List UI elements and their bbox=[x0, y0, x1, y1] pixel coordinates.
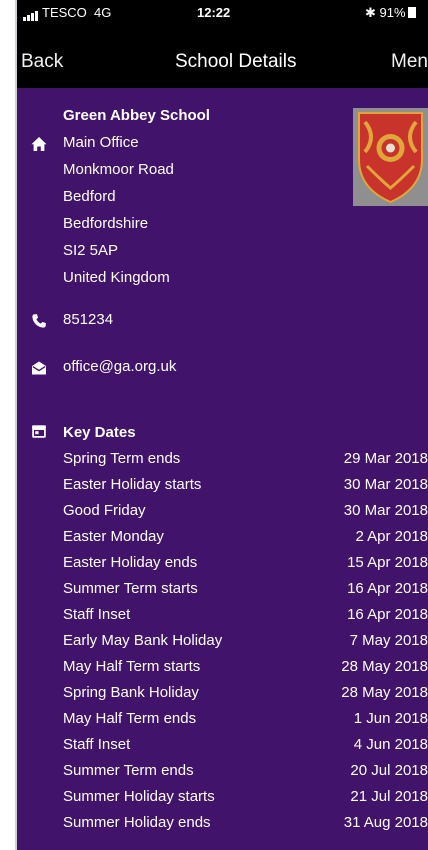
key-date-row: May Half Term starts 28 May 2018 bbox=[17, 658, 428, 680]
key-date-value: 20 Jul 2018 bbox=[350, 762, 428, 779]
key-date-row: Staff Inset 16 Apr 2018 bbox=[17, 606, 428, 628]
carrier-name: TESCO bbox=[42, 5, 87, 20]
school-crest-logo bbox=[353, 108, 428, 206]
key-dates-heading: Key Dates bbox=[63, 424, 136, 441]
key-date-event: Spring Term ends bbox=[63, 450, 181, 467]
phone-screen: TESCO 4G 12:22 ✱ 91% Back School Details… bbox=[17, 0, 428, 850]
key-date-row: Summer Holiday ends 31 Aug 2018 bbox=[17, 814, 428, 836]
key-date-event: Easter Monday bbox=[63, 528, 164, 545]
address-line-4: Bedfordshire bbox=[63, 215, 149, 232]
key-date-value: 28 May 2018 bbox=[341, 658, 428, 675]
school-name: Green Abbey School bbox=[63, 107, 210, 124]
key-date-value: 31 Aug 2018 bbox=[343, 814, 428, 831]
key-date-event: Good Friday bbox=[63, 502, 146, 519]
address-line-5: SI2 5AP bbox=[63, 242, 119, 259]
key-date-value: 7 May 2018 bbox=[349, 632, 428, 649]
key-date-value: 4 Jun 2018 bbox=[353, 736, 428, 753]
navigation-bar: Back School Details Menu bbox=[17, 26, 428, 88]
address-line-3: Bedford bbox=[63, 188, 116, 205]
key-date-event: Summer Holiday ends bbox=[63, 814, 211, 831]
key-date-row: Summer Term starts 16 Apr 2018 bbox=[17, 580, 428, 602]
home-icon bbox=[31, 137, 47, 151]
key-date-event: Summer Term ends bbox=[63, 762, 194, 779]
key-date-value: 2 Apr 2018 bbox=[355, 528, 428, 545]
key-date-event: Summer Term starts bbox=[63, 580, 198, 597]
key-date-value: 29 Mar 2018 bbox=[343, 450, 428, 467]
page-title: School Details bbox=[175, 51, 297, 72]
address-line-1: Main Office bbox=[63, 134, 139, 151]
key-date-value: 15 Apr 2018 bbox=[347, 554, 428, 571]
key-date-value: 16 Apr 2018 bbox=[347, 580, 428, 597]
key-date-row: Spring Bank Holiday 28 May 2018 bbox=[17, 684, 428, 706]
status-right: ✱ 91% bbox=[365, 5, 416, 21]
key-date-event: May Half Term starts bbox=[63, 658, 201, 675]
key-date-event: Spring Bank Holiday bbox=[63, 684, 199, 701]
key-date-row: Easter Holiday starts 30 Mar 2018 bbox=[17, 476, 428, 498]
carrier-info: TESCO 4G bbox=[23, 5, 111, 21]
key-date-value: 16 Apr 2018 bbox=[347, 606, 428, 623]
envelope-icon bbox=[32, 361, 46, 375]
key-date-event: Summer Holiday starts bbox=[63, 788, 215, 805]
key-date-row: Easter Holiday ends 15 Apr 2018 bbox=[17, 554, 428, 576]
key-date-value: 28 May 2018 bbox=[341, 684, 428, 701]
key-date-row: Easter Monday 2 Apr 2018 bbox=[17, 528, 428, 550]
school-details-content: Green Abbey School Main Office Monkmoor … bbox=[17, 88, 428, 850]
menu-button[interactable]: Menu bbox=[391, 51, 428, 73]
status-bar: TESCO 4G 12:22 ✱ 91% bbox=[17, 0, 428, 26]
key-date-value: 30 Mar 2018 bbox=[343, 476, 428, 493]
address-line-6: United Kingdom bbox=[63, 269, 170, 286]
key-date-value: 21 Jul 2018 bbox=[350, 788, 428, 805]
key-date-row: Summer Holiday starts 21 Jul 2018 bbox=[17, 788, 428, 810]
battery-icon bbox=[407, 7, 416, 18]
key-date-value: 1 Jun 2018 bbox=[353, 710, 428, 727]
key-date-event: May Half Term ends bbox=[63, 710, 197, 727]
key-date-row: Spring Term ends 29 Mar 2018 bbox=[17, 450, 428, 472]
key-date-row: Good Friday 30 Mar 2018 bbox=[17, 502, 428, 524]
phone-number[interactable]: 851234 bbox=[63, 311, 113, 328]
phone-icon bbox=[32, 314, 46, 328]
key-date-value: 30 Mar 2018 bbox=[343, 502, 428, 519]
key-date-row: May Half Term ends 1 Jun 2018 bbox=[17, 710, 428, 732]
key-date-row: Summer Term ends 20 Jul 2018 bbox=[17, 762, 428, 784]
bluetooth-icon: ✱ bbox=[365, 5, 376, 20]
key-date-event: Staff Inset bbox=[63, 736, 131, 753]
key-date-row: Early May Bank Holiday 7 May 2018 bbox=[17, 632, 428, 654]
signal-icon bbox=[23, 6, 39, 21]
key-date-event: Staff Inset bbox=[63, 606, 131, 623]
network-type: 4G bbox=[94, 5, 112, 20]
key-date-event: Early May Bank Holiday bbox=[63, 632, 223, 649]
email-address[interactable]: office@ga.org.uk bbox=[63, 358, 176, 375]
address-line-2: Monkmoor Road bbox=[63, 161, 174, 178]
key-date-event: Easter Holiday starts bbox=[63, 476, 202, 493]
key-date-event: Easter Holiday ends bbox=[63, 554, 198, 571]
back-button[interactable]: Back bbox=[21, 51, 63, 73]
battery-percent: 91% bbox=[379, 5, 406, 20]
calendar-icon bbox=[32, 425, 46, 438]
left-margin bbox=[0, 0, 17, 850]
key-date-row: Staff Inset 4 Jun 2018 bbox=[17, 736, 428, 758]
status-time: 12:22 bbox=[197, 5, 231, 20]
